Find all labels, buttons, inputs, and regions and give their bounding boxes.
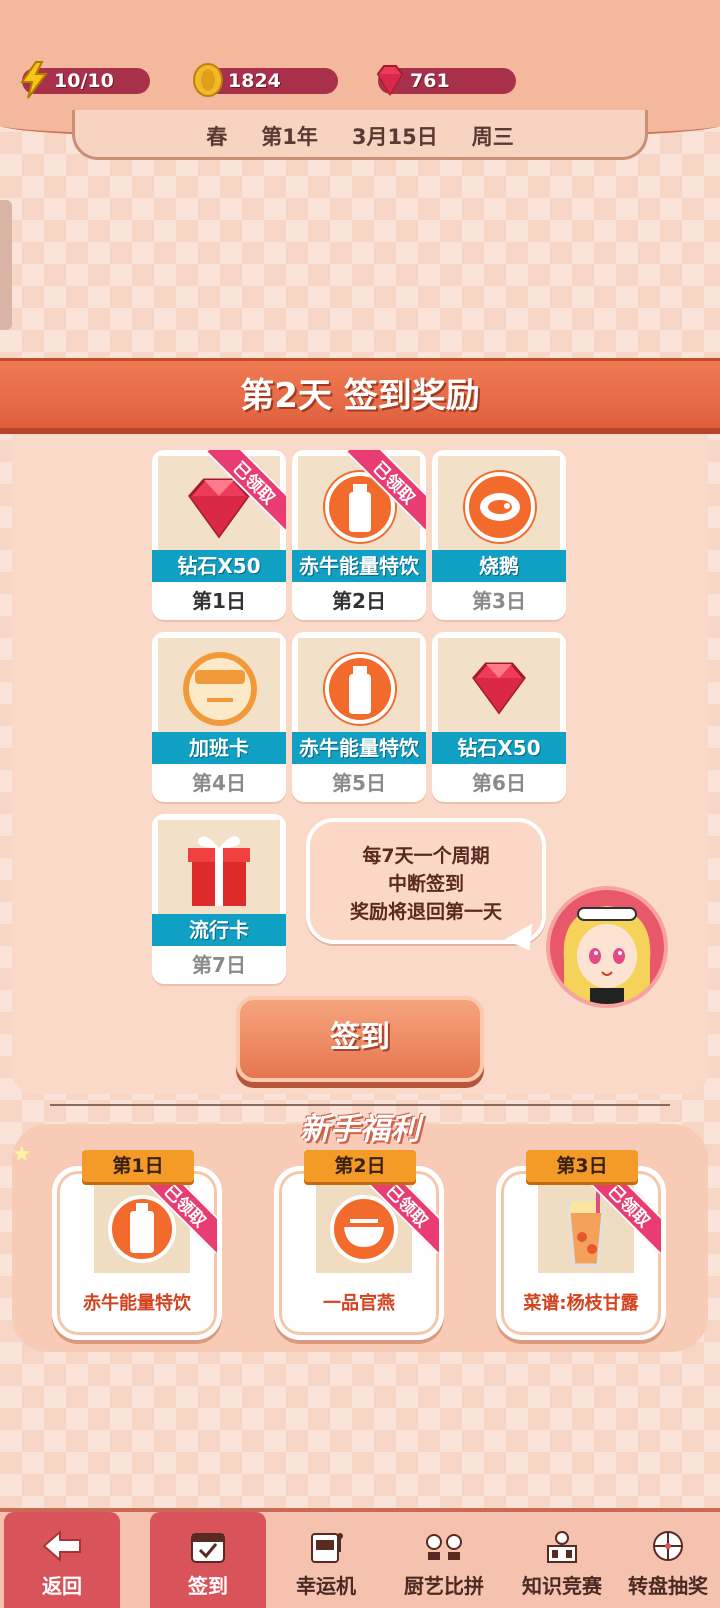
year-label: 第1年 [261,124,318,149]
reward-day: 第3日 [472,589,526,613]
newbie-day-tag: 第3日 [526,1150,638,1182]
reward-name: 流行卡 [152,914,286,946]
nav-back[interactable]: 返回 [4,1512,120,1608]
nav-label: 幸运机 [296,1574,356,1598]
nav-signin[interactable]: 签到 [150,1512,266,1608]
nav-lucky-wheel[interactable]: 转盘抽奖 [616,1512,720,1608]
newbie-reward-name: 菜谱:杨枝甘露 [523,1293,639,1314]
reward-day: 第7日 [192,953,246,977]
newbie-reward-name: 一品官燕 [323,1293,395,1314]
chef-vs-icon [426,1534,462,1560]
gem-icon [376,65,404,96]
reward-day: 第5日 [332,771,386,795]
reward-image [438,456,560,554]
reward-card-day2[interactable]: 已领取 赤牛能量特饮 第2日 [292,450,426,620]
card-face-icon [185,654,255,724]
reward-card-day7[interactable]: 流行卡 第7日 [152,814,286,984]
reward-day: 第1日 [192,589,246,613]
nav-cooking-contest[interactable]: 厨艺比拼 [386,1512,502,1608]
season-label: 春 [206,124,228,149]
energy-value: 10/10 [54,70,114,92]
reward-card-day6[interactable]: 钻石X50 第6日 [432,632,566,802]
energy-counter[interactable]: 10/10 [20,61,150,99]
signin-button[interactable]: 签到 [236,996,484,1082]
reward-image [158,820,280,918]
newbie-card-day2[interactable]: 已领取 一品官燕 [274,1166,444,1340]
reward-card-day5[interactable]: 赤牛能量特饮 第5日 [292,632,426,802]
bottle-icon [325,654,395,724]
gem-counter[interactable]: 761 [376,65,516,96]
quiz-icon [547,1531,577,1563]
reward-name: 加班卡 [152,732,286,764]
tip-line: 中断签到 [387,873,464,895]
coin-value: 1824 [228,70,281,92]
newbie-card-day3[interactable]: 已领取 菜谱:杨枝甘露 [496,1166,666,1340]
slot-machine-icon [311,1533,343,1563]
reward-name: 钻石X50 [432,732,566,764]
signin-banner: 第2天 签到奖励 [0,358,720,434]
coin-counter[interactable]: 1824 [193,63,338,97]
reward-day: 第4日 [192,771,246,795]
newbie-title: 新手福利 [300,1112,420,1147]
nav-label: 签到 [188,1574,228,1598]
date-label: 3月15日 [351,124,438,149]
bottom-nav: 返回 签到 幸运机 厨艺比拼 知识竞赛 转盘抽奖 [0,1508,720,1608]
reward-name: 赤牛能量特饮 [292,732,426,764]
gem-icon [472,662,526,715]
reward-image [298,638,420,736]
reward-image [158,638,280,736]
lightning-icon [20,61,48,99]
reward-name: 烧鹅 [432,550,566,582]
newbie-reward-name: 赤牛能量特饮 [83,1293,191,1314]
coin-icon [193,63,223,97]
reward-name: 赤牛能量特饮 [292,550,426,582]
meat-icon [465,472,535,542]
nav-label: 知识竞赛 [522,1574,602,1598]
nav-label: 厨艺比拼 [404,1574,484,1598]
reward-card-day1[interactable]: 已领取 钻石X50 第1日 [152,450,286,620]
tip-line: 奖励将退回第一天 [349,901,502,923]
back-arrow-icon [42,1529,81,1563]
date-bar: 春 第1年 3月15日 周三 [72,110,648,160]
newbie-day-tag: 第1日 [82,1150,194,1182]
reward-day: 第2日 [332,589,386,613]
reward-name: 钻石X50 [152,550,286,582]
wheel-icon [653,1531,683,1561]
maid-mascot-avatar [546,886,668,1008]
nav-label: 返回 [42,1574,82,1598]
tip-line: 每7天一个周期 [362,845,490,867]
calendar-check-icon [191,1533,225,1563]
newbie-day-tag: 第2日 [304,1150,416,1182]
cycle-tip-bubble: 每7天一个周期 中断签到 奖励将退回第一天 [306,818,546,944]
nav-label: 转盘抽奖 [628,1574,708,1598]
side-drawer-handle[interactable] [0,200,12,330]
weekday-label: 周三 [471,124,514,149]
reward-card-day4[interactable]: 加班卡 第4日 [152,632,286,802]
reward-card-day3[interactable]: 烧鹅 第3日 [432,450,566,620]
nav-slot-machine[interactable]: 幸运机 [268,1512,384,1608]
reward-day: 第6日 [472,771,526,795]
newbie-card-day1[interactable]: 已领取 赤牛能量特饮 [52,1166,222,1340]
nav-knowledge-quiz[interactable]: 知识竞赛 [504,1512,620,1608]
reward-image [438,638,560,736]
gift-icon [188,836,250,906]
sparkle-star-icon: ★ [12,1142,32,1167]
gem-value: 761 [410,70,450,92]
